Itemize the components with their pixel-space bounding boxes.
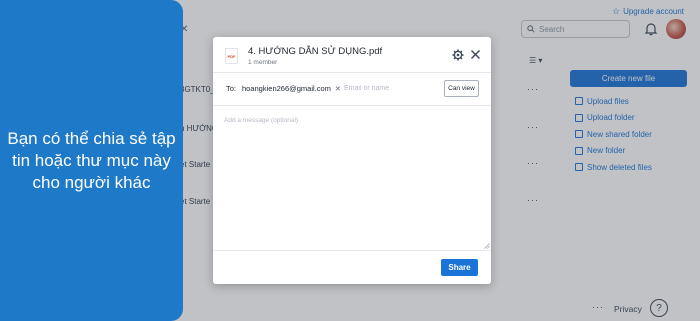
recipient-chip[interactable]: hoangkien266@gmail.com ✕ [238, 82, 345, 95]
share-button[interactable]: Share [441, 259, 478, 276]
divider [213, 250, 491, 251]
caption-panel: Bạn có thể chia sẻ tập tin hoặc thư mục … [0, 0, 183, 321]
recipient-email: hoangkien266@gmail.com [242, 84, 331, 93]
gear-icon[interactable] [452, 49, 464, 61]
divider [213, 105, 491, 106]
resize-handle-icon[interactable] [484, 243, 490, 249]
remove-recipient-icon[interactable]: ✕ [335, 85, 341, 93]
divider [213, 72, 491, 73]
to-label: To: [226, 84, 237, 93]
message-textarea[interactable] [224, 117, 488, 249]
member-count: 1 member [248, 59, 278, 66]
permission-dropdown[interactable]: Can view [444, 80, 479, 97]
close-dialog-icon[interactable] [470, 49, 481, 60]
pdf-file-icon: PDF [225, 48, 238, 64]
email-or-name-input[interactable] [344, 82, 434, 95]
dialog-title: 4. HƯỚNG DẪN SỬ DỤNG.pdf [248, 46, 383, 57]
caption-text: Bạn có thể chia sẻ tập tin hoặc thư mục … [7, 128, 176, 192]
